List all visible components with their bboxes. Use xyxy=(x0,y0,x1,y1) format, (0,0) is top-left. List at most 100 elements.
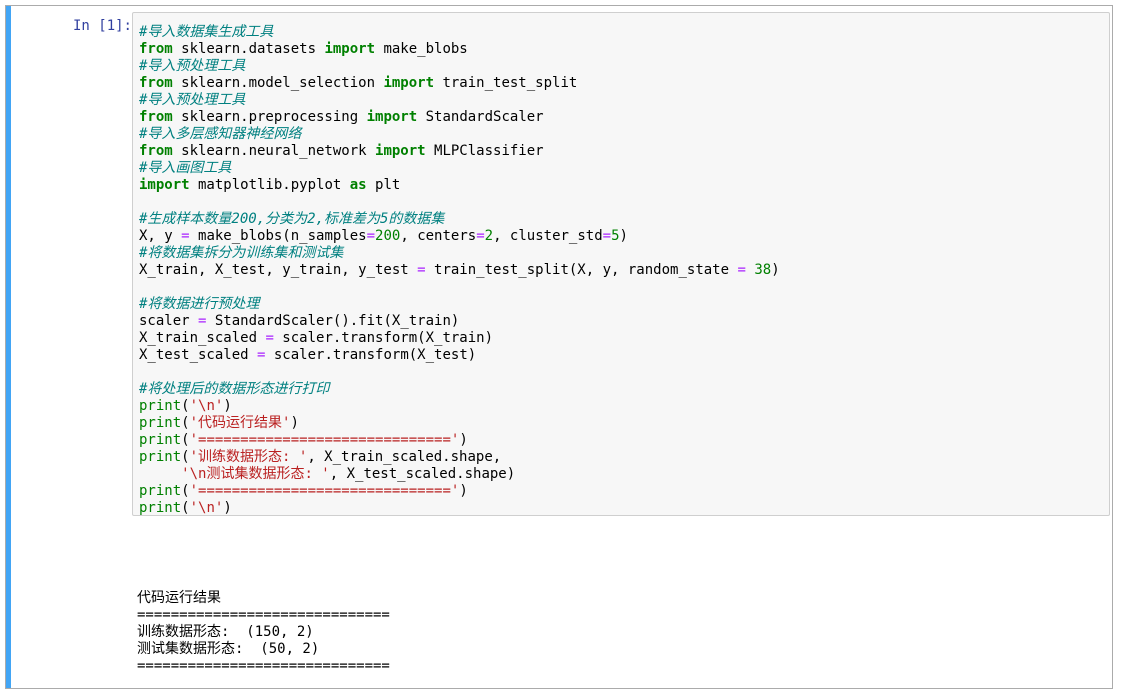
operator: = xyxy=(417,262,426,278)
notebook-cell[interactable]: In [1]: #导入数据集生成工具 from sklearn.datasets … xyxy=(5,5,1113,689)
comment: #导入多层感知器神经网络 xyxy=(139,126,302,142)
code-text: X, y xyxy=(139,228,182,244)
code-text: X_test_scaled xyxy=(139,347,258,363)
keyword: import xyxy=(324,41,376,57)
code-text: ) xyxy=(771,262,780,278)
keyword: from xyxy=(139,41,173,57)
module-name: matplotlib.pyplot xyxy=(189,177,350,193)
keyword: import xyxy=(139,177,190,193)
import-name: make_blobs xyxy=(375,41,468,57)
string-literal: '==============================' xyxy=(189,483,460,499)
code-text: X_train_scaled xyxy=(139,330,266,346)
code-line: X_train_scaled = scaler.transform(X_trai… xyxy=(139,330,780,347)
code-line: from sklearn.neural_network import MLPCl… xyxy=(139,143,780,160)
keyword: import xyxy=(375,143,426,159)
comment: #将数据进行预处理 xyxy=(139,296,260,312)
number: 5 xyxy=(611,228,620,244)
code-line: X, y = make_blobs(n_samples=200, centers… xyxy=(139,228,780,245)
code-text: , centers xyxy=(400,228,477,244)
operator: = xyxy=(476,228,485,244)
code-line: #导入预处理工具 xyxy=(139,92,780,109)
module-name: sklearn.neural_network xyxy=(172,143,376,159)
comment: #将处理后的数据形态进行打印 xyxy=(139,381,330,397)
code-text: , cluster_std xyxy=(493,228,603,244)
code-line: print('代码运行结果') xyxy=(139,415,299,431)
code-line: print('==============================') xyxy=(139,432,468,448)
code-text: StandardScaler().fit(X_train) xyxy=(206,313,460,329)
code-text: scaler xyxy=(139,313,199,329)
number: 38 xyxy=(754,262,772,278)
code-line: '\n测试集数据形态: ', X_test_scaled.shape) xyxy=(139,466,780,483)
output-line: 代码运行结果 xyxy=(137,590,221,606)
code-line: X_test_scaled = scaler.transform(X_test) xyxy=(139,347,780,364)
code-line: from sklearn.model_selection import trai… xyxy=(139,75,780,92)
keyword: from xyxy=(139,143,173,159)
operator: = xyxy=(366,228,376,244)
builtin-function: print xyxy=(139,483,182,499)
code-line: X_train, X_test, y_train, y_test = train… xyxy=(139,262,780,279)
code-line: #导入多层感知器神经网络 xyxy=(139,126,780,143)
code-line: #将数据集拆分为训练集和测试集 xyxy=(139,245,780,262)
keyword: import xyxy=(366,109,418,125)
keyword: from xyxy=(139,75,173,91)
builtin-function: print xyxy=(139,415,182,431)
comment: #导入预处理工具 xyxy=(139,92,246,108)
operator: = xyxy=(181,228,190,244)
string-literal: '\n' xyxy=(189,500,224,516)
builtin-function: print xyxy=(139,398,182,414)
code-line: #导入数据集生成工具 xyxy=(139,24,780,41)
cell-output: 代码运行结果 ============================== 训练数据… xyxy=(137,556,390,675)
import-name: plt xyxy=(366,177,401,193)
comment: #生成样本数量200,分类为2,标准差为5的数据集 xyxy=(139,211,445,227)
code-line: #导入画图工具 xyxy=(139,160,780,177)
import-name: MLPClassifier xyxy=(425,143,544,159)
code-text: scaler.transform(X_test) xyxy=(265,347,477,363)
code-text: , X_test_scaled.shape) xyxy=(329,466,516,482)
code-text: , X_train_scaled.shape, xyxy=(307,449,502,465)
operator: = xyxy=(737,262,746,278)
code-line: print('\n') xyxy=(139,500,232,516)
output-line: 测试集数据形态: (50, 2) xyxy=(137,641,320,657)
module-name: sklearn.model_selection xyxy=(172,75,384,91)
code-line: #导入预处理工具 xyxy=(139,58,780,75)
builtin-function: print xyxy=(139,432,182,448)
comment: #导入画图工具 xyxy=(139,160,232,176)
operator: = xyxy=(265,330,274,346)
string-literal: '==============================' xyxy=(189,432,460,448)
code-line: print('==============================') xyxy=(139,483,468,499)
string-literal: '代码运行结果' xyxy=(189,415,291,431)
output-line: 训练数据形态: (150, 2) xyxy=(137,624,314,640)
code-line: print('\n') xyxy=(139,398,232,414)
operator: = xyxy=(602,228,612,244)
code-text: X_train, X_test, y_train, y_test xyxy=(139,262,418,278)
string-literal: '\n' xyxy=(189,398,224,414)
code-line: #生成样本数量200,分类为2,标准差为5的数据集 xyxy=(139,211,780,228)
import-name: StandardScaler xyxy=(417,109,544,125)
code-line: import matplotlib.pyplot as plt xyxy=(139,177,780,194)
number: 2 xyxy=(484,228,494,244)
code-line: from sklearn.preprocessing import Standa… xyxy=(139,109,780,126)
comment: #将数据集拆分为训练集和测试集 xyxy=(139,245,344,261)
module-name: sklearn.datasets xyxy=(172,41,325,57)
output-line: ============================== xyxy=(137,658,390,674)
module-name: sklearn.preprocessing xyxy=(172,109,367,125)
comment: #导入数据集生成工具 xyxy=(139,24,274,40)
number: 200 xyxy=(375,228,401,244)
keyword: as xyxy=(349,177,367,193)
code-line: #将数据进行预处理 xyxy=(139,296,780,313)
import-name: train_test_split xyxy=(434,75,578,91)
code-editor[interactable]: #导入数据集生成工具 from sklearn.datasets import m… xyxy=(139,24,780,517)
code-text: ) xyxy=(619,228,628,244)
code-text: train_test_split(X, y, random_state xyxy=(425,262,738,278)
keyword: import xyxy=(383,75,435,91)
code-line: from sklearn.datasets import make_blobs xyxy=(139,41,780,58)
code-line: scaler = StandardScaler().fit(X_train) xyxy=(139,313,780,330)
code-input-area[interactable]: #导入数据集生成工具 from sklearn.datasets import m… xyxy=(132,12,1110,516)
code-text: scaler.transform(X_train) xyxy=(273,330,494,346)
